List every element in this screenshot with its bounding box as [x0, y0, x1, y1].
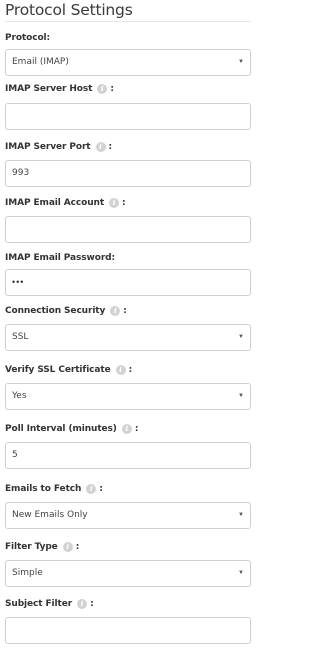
info-icon[interactable]: i — [86, 484, 97, 494]
protocol-select[interactable]: Email (IMAP) ▼ — [5, 49, 251, 76]
verify-ssl-certificate-select[interactable]: Yes ▼ — [5, 383, 251, 410]
subject-filter-label: Subject Filter i : — [5, 599, 94, 609]
imap-server-port-input[interactable]: 993 — [5, 160, 251, 187]
info-icon[interactable]: i — [77, 599, 88, 609]
imap-email-account-label: IMAP Email Account i : — [5, 198, 126, 208]
info-icon[interactable]: i — [121, 424, 132, 434]
caret-down-icon: ▼ — [238, 393, 244, 399]
info-icon[interactable]: i — [95, 142, 106, 152]
caret-down-icon: ▼ — [238, 570, 244, 576]
emails-to-fetch-select[interactable]: New Emails Only ▼ — [5, 502, 251, 529]
poll-interval-input[interactable]: 5 — [5, 442, 251, 469]
poll-interval-label: Poll Interval (minutes) i : — [5, 424, 139, 434]
info-icon[interactable]: i — [109, 198, 120, 208]
caret-down-icon: ▼ — [238, 59, 244, 65]
info-icon[interactable]: i — [115, 365, 126, 375]
imap-server-host-label: IMAP Server Host i : — [5, 84, 114, 94]
protocol-label: Protocol: — [5, 33, 51, 43]
subject-filter-input[interactable] — [5, 617, 251, 644]
verify-ssl-certificate-label: Verify SSL Certificate i : — [5, 365, 133, 375]
caret-down-icon: ▼ — [238, 512, 244, 518]
info-icon[interactable]: i — [62, 542, 73, 552]
info-icon[interactable]: i — [97, 84, 108, 94]
filter-type-select[interactable]: Simple ▼ — [5, 560, 251, 587]
filter-type-label: Filter Type i : — [5, 542, 80, 552]
imap-server-host-input[interactable] — [5, 103, 251, 130]
page-title: Protocol Settings — [5, 1, 133, 19]
info-icon[interactable]: i — [110, 306, 121, 316]
title-divider — [5, 21, 251, 22]
emails-to-fetch-label: Emails to Fetch i : — [5, 484, 103, 494]
connection-security-label: Connection Security i : — [5, 306, 127, 316]
imap-email-password-label: IMAP Email Password: — [5, 253, 116, 263]
connection-security-select[interactable]: SSL ▼ — [5, 324, 251, 351]
imap-email-password-input[interactable]: ••• — [5, 269, 251, 296]
imap-server-port-label: IMAP Server Port i : — [5, 142, 113, 152]
imap-email-account-input[interactable] — [5, 216, 251, 243]
caret-down-icon: ▼ — [238, 334, 244, 340]
